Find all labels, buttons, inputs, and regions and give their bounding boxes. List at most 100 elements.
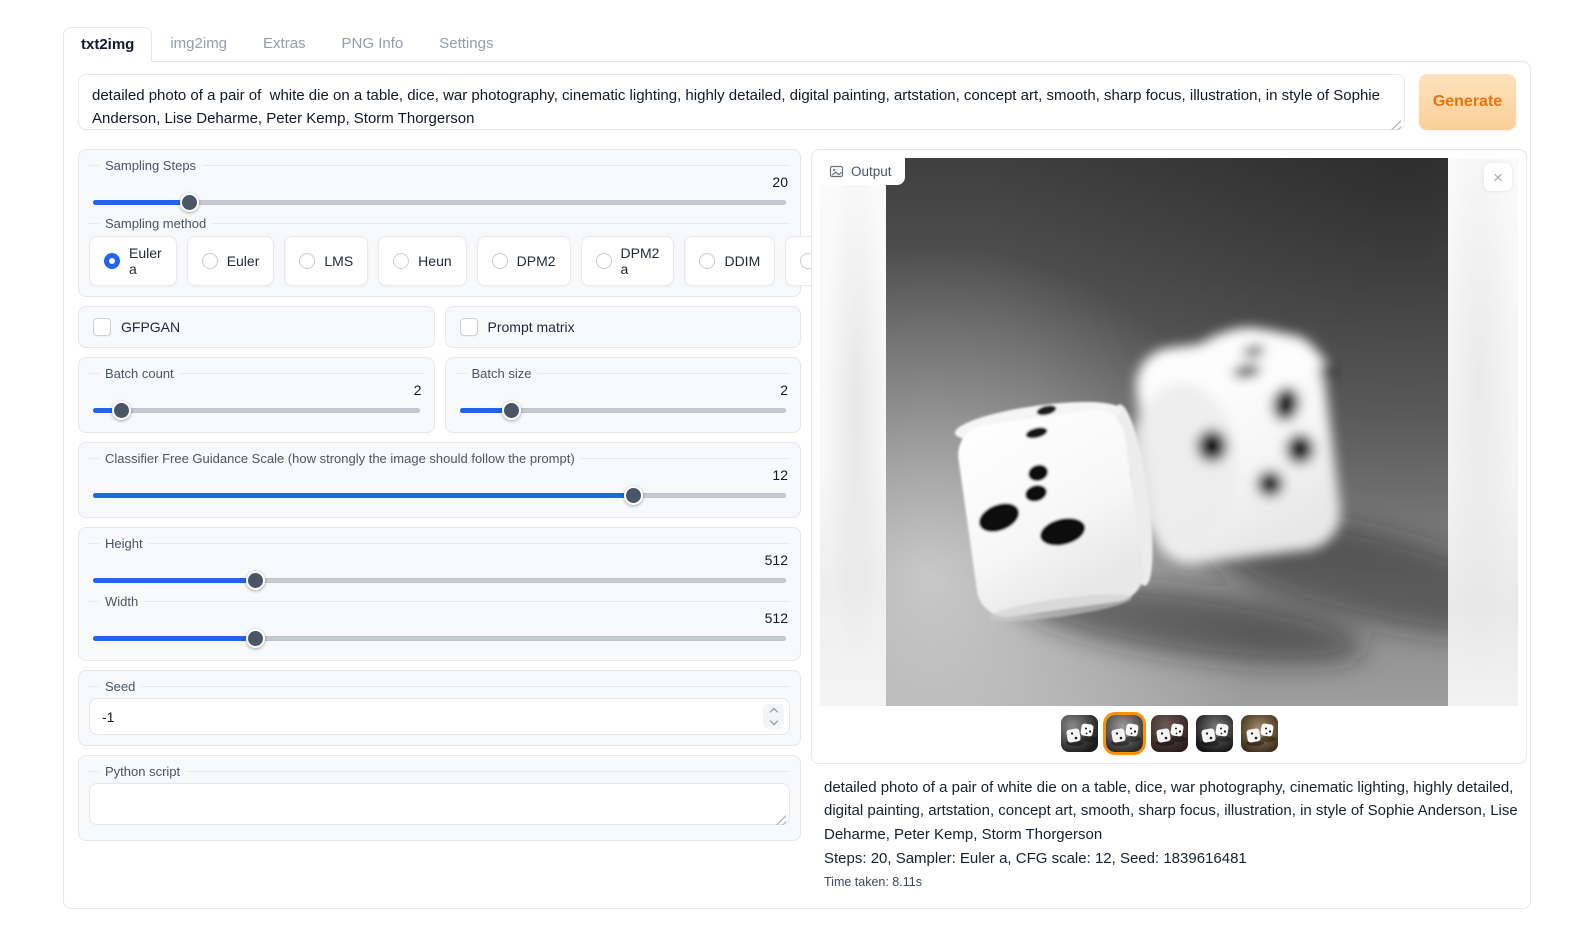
- slider-fill: [93, 493, 634, 498]
- tab-settings[interactable]: Settings: [421, 26, 511, 61]
- sampler-option-dpm2-a[interactable]: DPM2 a: [581, 236, 675, 286]
- radio-icon: [699, 253, 715, 269]
- batch-size-label: Batch size: [456, 366, 791, 381]
- dice-thumbnail-art: [1106, 715, 1143, 752]
- close-icon: ×: [1493, 169, 1503, 186]
- thumbnail-thumb-5[interactable]: [1241, 715, 1278, 752]
- tab-extras[interactable]: Extras: [245, 26, 324, 61]
- seed-label: Seed: [89, 679, 790, 694]
- app-window: txt2imgimg2imgExtrasPNG InfoSettings det…: [63, 25, 1531, 909]
- thumbnail-strip: [820, 706, 1518, 755]
- slider-track: [93, 408, 420, 413]
- dice-thumbnail-art: [1151, 715, 1188, 752]
- thumbnail-thumb-1[interactable]: [1061, 715, 1098, 752]
- gfpgan-row: GFPGAN: [78, 306, 435, 348]
- sampler-option-heun[interactable]: Heun: [378, 236, 466, 286]
- seed-group: Seed: [78, 670, 801, 746]
- radio-icon: [596, 253, 612, 269]
- sampler-option-euler[interactable]: Euler: [187, 236, 275, 286]
- sampling-group: Sampling Steps 20 Sampling method Euler …: [78, 149, 801, 297]
- sampling-steps-label: Sampling Steps: [89, 158, 790, 173]
- gfpgan-label: GFPGAN: [121, 319, 180, 335]
- sampler-option-dpm2[interactable]: DPM2: [477, 236, 571, 286]
- tab-img2img[interactable]: img2img: [152, 26, 245, 61]
- batch-count-slider[interactable]: [93, 400, 420, 420]
- generated-image[interactable]: [886, 158, 1448, 706]
- slider-knob[interactable]: [180, 193, 199, 212]
- output-image-stage[interactable]: [820, 158, 1518, 706]
- tab-bar: txt2imgimg2imgExtrasPNG InfoSettings: [63, 25, 1531, 61]
- sampling-steps-slider[interactable]: [93, 192, 786, 212]
- dice-thumbnail-art: [1196, 715, 1233, 752]
- result-caption: detailed photo of a pair of white die on…: [811, 764, 1527, 892]
- prompt-matrix-row: Prompt matrix: [445, 306, 802, 348]
- dice-thumbnail-art: [1061, 715, 1098, 752]
- size-group: Height 512 Width 512: [78, 527, 801, 661]
- height-label: Height: [89, 536, 790, 551]
- seed-stepper[interactable]: [763, 704, 784, 729]
- controls-column: Sampling Steps 20 Sampling method Euler …: [78, 149, 801, 841]
- close-button[interactable]: ×: [1484, 163, 1512, 191]
- image-right-margin: [1448, 158, 1518, 706]
- slider-fill: [93, 636, 256, 641]
- tab-png-info[interactable]: PNG Info: [324, 26, 422, 61]
- slider-knob[interactable]: [246, 629, 265, 648]
- sampling-method-label: Sampling method: [89, 216, 790, 231]
- batch-count-value: 2: [89, 382, 422, 399]
- radio-icon: [492, 253, 508, 269]
- seed-input[interactable]: [89, 698, 790, 735]
- batch-count-group: Batch count 2: [78, 357, 435, 433]
- radio-icon: [393, 253, 409, 269]
- slider-knob[interactable]: [624, 486, 643, 505]
- batch-size-slider[interactable]: [460, 400, 787, 420]
- thumbnail-thumb-4[interactable]: [1196, 715, 1233, 752]
- cfg-value: 12: [89, 467, 788, 484]
- batch-size-group: Batch size 2: [445, 357, 802, 433]
- python-script-label: Python script: [89, 764, 790, 779]
- caption-prompt: detailed photo of a pair of white die on…: [824, 776, 1525, 846]
- sampler-option-euler-a[interactable]: Euler a: [89, 236, 177, 286]
- caption-params: Steps: 20, Sampler: Euler a, CFG scale: …: [824, 847, 1525, 870]
- python-script-input[interactable]: [89, 783, 790, 825]
- thumbnail-thumb-2[interactable]: [1106, 715, 1143, 752]
- output-label: Output: [851, 164, 892, 179]
- sampler-option-ddim[interactable]: DDIM: [684, 236, 775, 286]
- python-script-group: Python script: [78, 755, 801, 841]
- sampling-method-options: Euler a Euler LMS Heun DPM2: [89, 236, 790, 286]
- sampler-option-lms[interactable]: LMS: [284, 236, 368, 286]
- width-slider[interactable]: [93, 628, 786, 648]
- radio-icon: [299, 253, 315, 269]
- slider-knob[interactable]: [246, 571, 265, 590]
- sampling-steps-value: 20: [89, 174, 788, 191]
- image-icon: [829, 164, 844, 179]
- width-value: 512: [89, 610, 788, 627]
- radio-icon: [202, 253, 218, 269]
- chevron-up-icon: [769, 708, 777, 716]
- output-label-chip: Output: [820, 158, 905, 185]
- cfg-group: Classifier Free Guidance Scale (how stro…: [78, 442, 801, 518]
- thumbnail-thumb-3[interactable]: [1151, 715, 1188, 752]
- dice-thumbnail-art: [1241, 715, 1278, 752]
- prompt-input[interactable]: detailed photo of a pair of white die on…: [78, 74, 1405, 130]
- caption-time-taken: Time taken: 8.11s: [824, 873, 1525, 892]
- chevron-down-icon: [769, 717, 777, 725]
- output-column: Output ×: [811, 149, 1527, 892]
- slider-knob[interactable]: [502, 401, 521, 420]
- output-gallery: Output ×: [811, 149, 1527, 764]
- slider-fill: [93, 578, 256, 583]
- txt2img-panel: detailed photo of a pair of white die on…: [63, 61, 1531, 909]
- height-slider[interactable]: [93, 570, 786, 590]
- cfg-label: Classifier Free Guidance Scale (how stro…: [89, 451, 790, 466]
- gfpgan-checkbox[interactable]: [93, 318, 111, 336]
- image-left-margin: [820, 158, 886, 706]
- batch-count-label: Batch count: [89, 366, 424, 381]
- prompt-matrix-checkbox[interactable]: [460, 318, 478, 336]
- generate-button[interactable]: Generate: [1419, 74, 1516, 130]
- radio-icon: [104, 253, 120, 269]
- cfg-slider[interactable]: [93, 485, 786, 505]
- prompt-matrix-label: Prompt matrix: [488, 319, 575, 335]
- tab-txt2img[interactable]: txt2img: [63, 27, 152, 62]
- slider-knob[interactable]: [112, 401, 131, 420]
- height-value: 512: [89, 552, 788, 569]
- batch-size-value: 2: [456, 382, 789, 399]
